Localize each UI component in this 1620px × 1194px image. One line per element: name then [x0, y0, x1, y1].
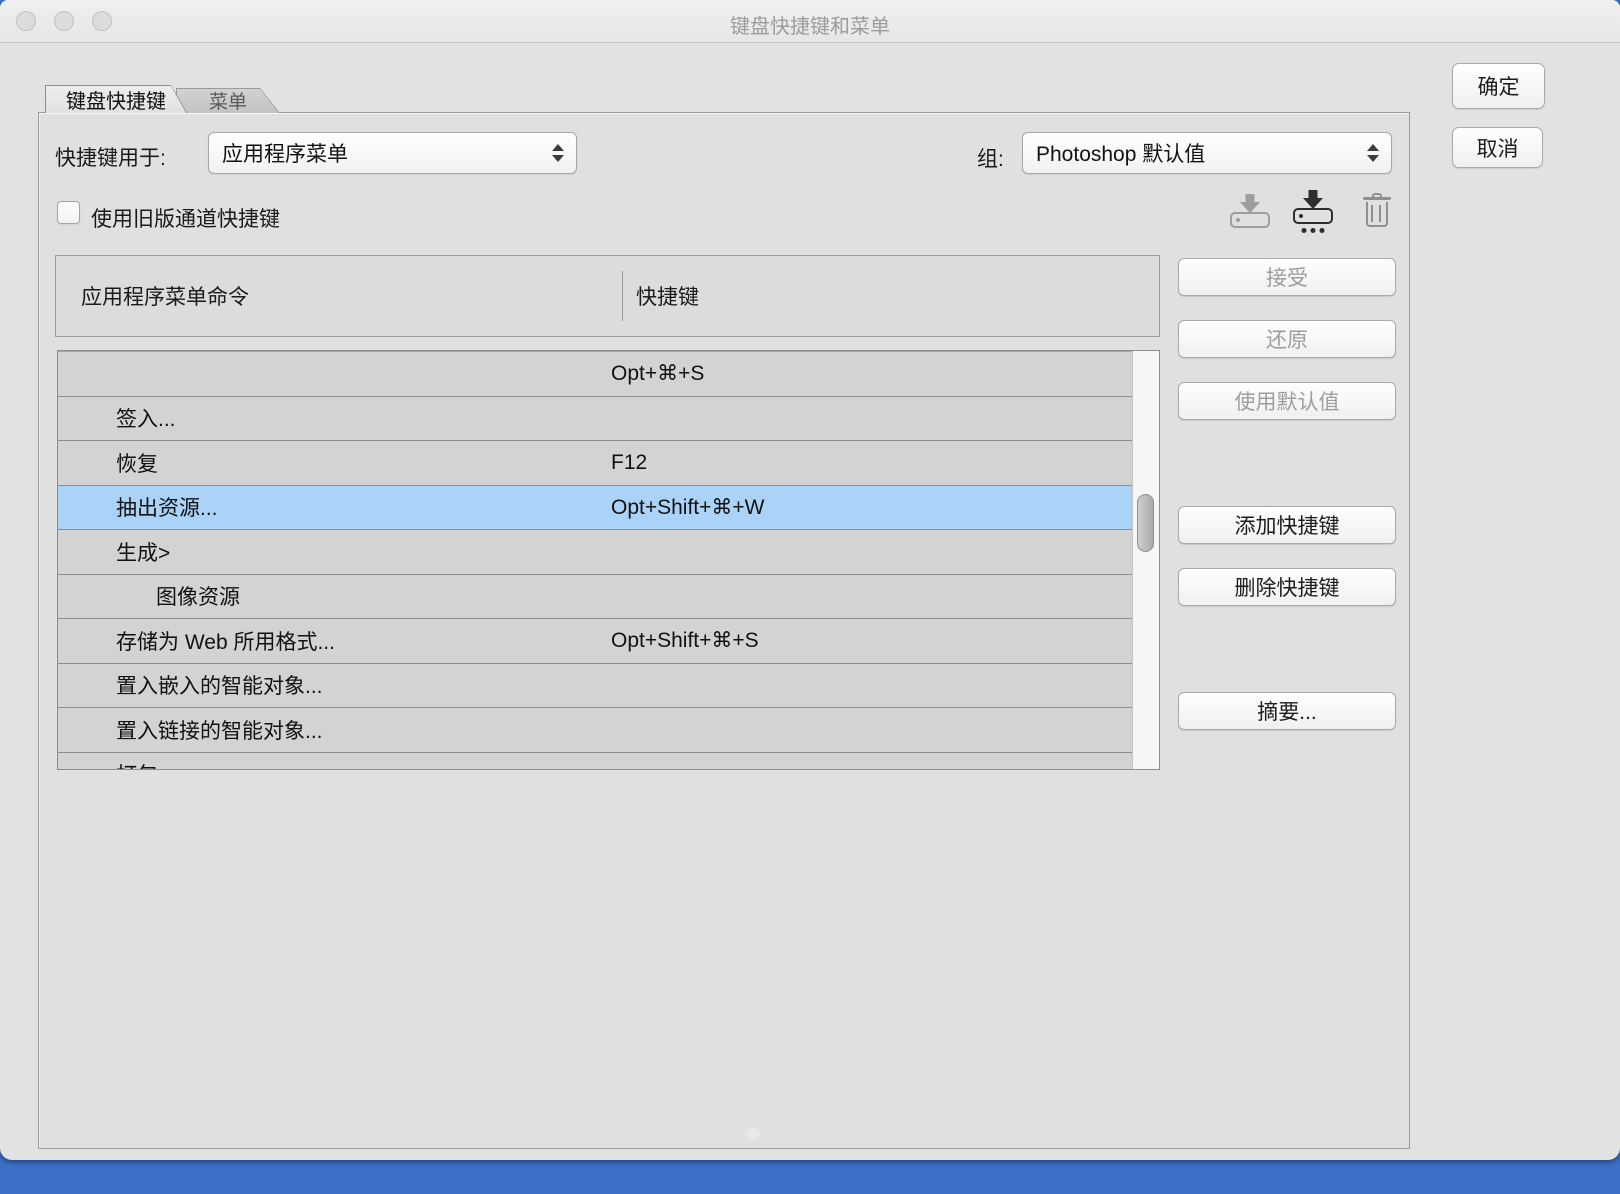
window-title: 键盘快捷键和菜单: [0, 10, 1620, 39]
titlebar: 键盘快捷键和菜单: [0, 0, 1620, 43]
table-header: 应用程序菜单命令 快捷键: [55, 255, 1160, 337]
tab-label: 键盘快捷键: [66, 85, 166, 114]
ok-button[interactable]: 确定: [1452, 63, 1545, 109]
shortcut-label: Opt+⌘+S: [611, 361, 704, 386]
scrollbar-track[interactable]: [1132, 351, 1159, 769]
command-label: 打包...: [58, 759, 176, 770]
command-label: 生成>: [58, 537, 170, 567]
summary-button[interactable]: 摘要...: [1178, 692, 1396, 730]
command-label: 签入...: [58, 403, 176, 433]
shortcut-label: Opt+Shift+⌘+S: [611, 628, 759, 653]
tab-keyboard-shortcuts[interactable]: 键盘快捷键: [45, 85, 187, 113]
delete-shortcut-button[interactable]: 删除快捷键: [1178, 568, 1396, 606]
list-item[interactable]: 置入链接的智能对象...: [58, 708, 1132, 753]
command-label: 恢复: [58, 448, 158, 478]
stepper-arrows-icon: [1367, 144, 1379, 162]
command-label: 存储为 Web 所用格式...: [58, 626, 335, 656]
list-item[interactable]: 签入...: [58, 397, 1132, 442]
stepper-arrows-icon: [552, 144, 564, 162]
command-label: 图像资源: [58, 581, 240, 611]
shortcut-label: Opt+Shift+⌘+W: [611, 495, 764, 520]
set-select[interactable]: Photoshop 默认值: [1022, 132, 1392, 174]
list-item[interactable]: 抽出资源... Opt+Shift+⌘+W: [58, 486, 1132, 531]
command-label: 抽出资源...: [58, 492, 218, 522]
command-label: 置入链接的智能对象...: [58, 715, 323, 745]
shortcuts-for-select[interactable]: 应用程序菜单: [208, 132, 577, 174]
delete-set-icon[interactable]: [1361, 193, 1393, 233]
accept-button[interactable]: 接受: [1178, 258, 1396, 296]
shortcuts-for-label: 快捷键用于:: [55, 142, 166, 172]
list-item[interactable]: Opt+⌘+S: [58, 352, 1132, 397]
shortcut-rows: Opt+⌘+S 签入... 恢复 F12 抽出资源... Opt+Shift+⌘+W 生成>…: [58, 352, 1132, 770]
unsaved-changes-dots: [1302, 228, 1325, 233]
command-column-header: 应用程序菜单命令: [81, 281, 249, 311]
legacy-channel-shortcuts-label: 使用旧版通道快捷键: [91, 203, 280, 233]
new-set-icon[interactable]: [1227, 192, 1273, 238]
add-shortcut-button[interactable]: 添加快捷键: [1178, 506, 1396, 544]
watermark-icon: ❖: [744, 1122, 762, 1147]
list-item[interactable]: 图像资源: [58, 575, 1132, 620]
list-item[interactable]: 存储为 Web 所用格式... Opt+Shift+⌘+S: [58, 619, 1132, 664]
scrollbar-thumb[interactable]: [1137, 494, 1154, 552]
column-divider: [622, 271, 623, 321]
list-item[interactable]: 生成>: [58, 530, 1132, 575]
list-item[interactable]: 置入嵌入的智能对象...: [58, 664, 1132, 709]
shortcut-label: F12: [611, 451, 647, 475]
list-item[interactable]: 恢复 F12: [58, 441, 1132, 486]
save-set-icon[interactable]: [1290, 188, 1336, 234]
shortcut-list: Opt+⌘+S 签入... 恢复 F12 抽出资源... Opt+Shift+⌘+W 生成>…: [57, 350, 1160, 770]
set-label: 组:: [977, 143, 1004, 173]
tab-menus[interactable]: 菜单: [176, 88, 280, 113]
tab-label: 菜单: [209, 87, 247, 114]
shortcut-column-header: 快捷键: [636, 281, 699, 311]
cancel-button[interactable]: 取消: [1452, 127, 1543, 168]
legacy-channel-shortcuts-checkbox[interactable]: [57, 201, 80, 224]
shortcuts-for-value: 应用程序菜单: [222, 138, 348, 168]
set-value: Photoshop 默认值: [1036, 138, 1205, 168]
undo-button[interactable]: 还原: [1178, 320, 1396, 358]
use-default-button[interactable]: 使用默认值: [1178, 382, 1396, 420]
command-label: 置入嵌入的智能对象...: [58, 670, 323, 700]
keyboard-shortcuts-dialog: 键盘快捷键和菜单 菜单 键盘快捷键 快捷键用于: 应用程序菜单 组: Photo…: [0, 0, 1620, 1160]
list-item[interactable]: 打包...: [58, 753, 1132, 771]
